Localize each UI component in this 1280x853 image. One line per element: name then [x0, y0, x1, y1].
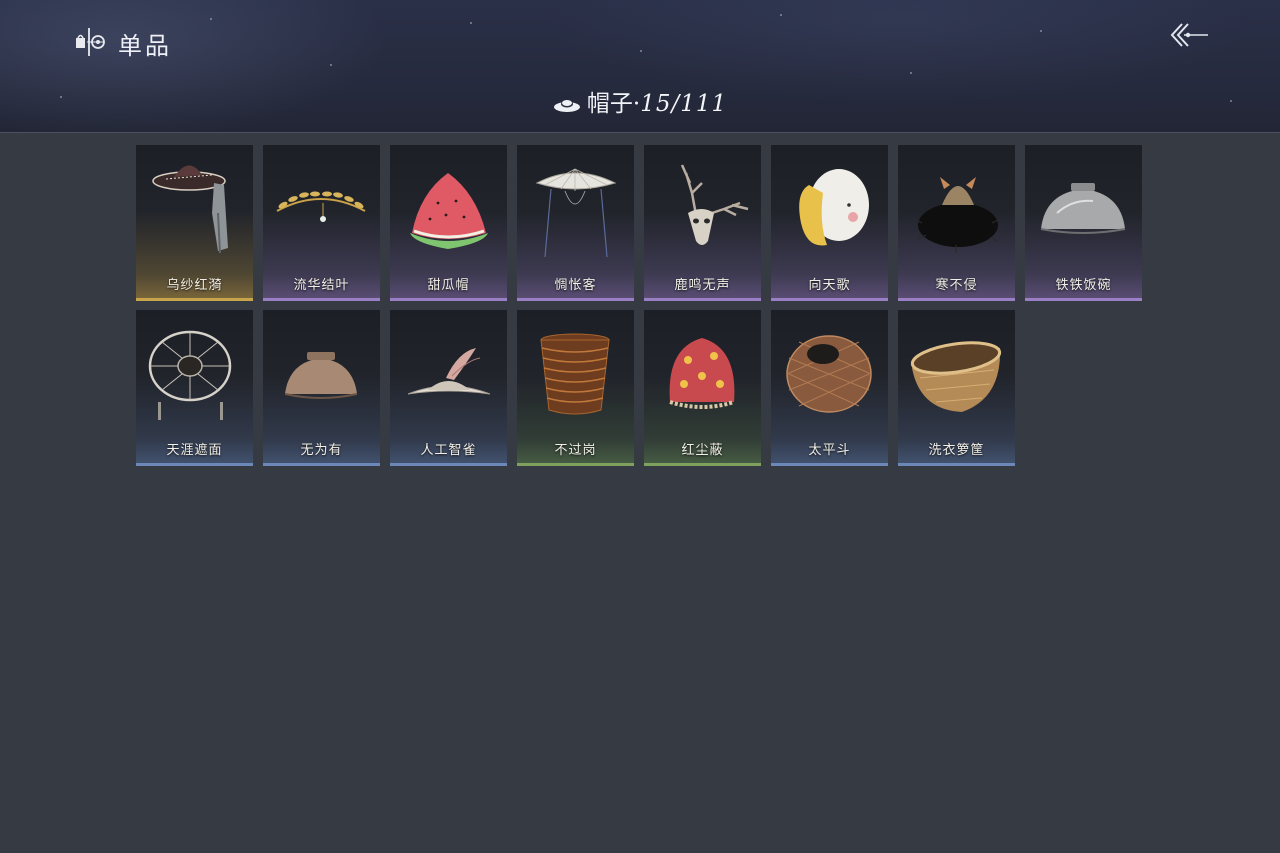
item-name: 惆怅客	[554, 278, 597, 293]
bird-hat-icon	[407, 348, 491, 395]
item-name: 洗衣箩筐	[928, 443, 985, 458]
item-name: 人工智雀	[420, 443, 477, 458]
item-name: 太平斗	[808, 443, 851, 458]
item-card[interactable]: 向天歌	[771, 145, 888, 301]
watermelon-hat-icon	[410, 173, 488, 249]
item-card[interactable]: 人工智雀	[390, 310, 507, 466]
back-arrow-icon[interactable]	[1166, 18, 1212, 54]
item-card[interactable]: 不过岗	[517, 310, 634, 466]
item-card[interactable]: 无为有	[263, 310, 380, 466]
clay-bowl-icon	[284, 352, 358, 399]
red-cloth-hat-icon	[669, 338, 735, 409]
iron-bowl-icon	[1040, 183, 1126, 234]
wicker-basket-icon	[786, 335, 872, 413]
category-label: 帽子	[586, 91, 633, 117]
category-count: 15/111	[640, 91, 728, 117]
goose-hood-icon	[799, 169, 869, 246]
item-name: 铁铁饭碗	[1055, 278, 1112, 293]
wheel-hat-icon	[148, 330, 232, 420]
item-card[interactable]: 乌纱红漪	[136, 145, 253, 301]
section-title: 单品	[118, 32, 172, 60]
category-heading: 帽子·15/111	[0, 84, 1280, 118]
item-name: 向天歌	[808, 278, 851, 293]
item-card[interactable]: 惆怅客	[517, 145, 634, 301]
item-grid: 乌纱红漪 流华结叶 甜瓜帽 惆怅客 鹿鸣无声 向天歌 寒不侵 铁铁饭碗 天涯遮面…	[136, 145, 1142, 466]
laundry-basket-icon	[910, 341, 1002, 412]
item-name: 乌纱红漪	[166, 278, 223, 293]
item-card[interactable]: 甜瓜帽	[390, 145, 507, 301]
top-header: 单品 帽子·15/111	[0, 0, 1280, 133]
item-name: 红尘蔽	[681, 443, 724, 458]
deer-skull-icon	[680, 164, 749, 245]
item-name: 不过岗	[554, 443, 597, 458]
bamboo-hat-icon	[535, 168, 617, 258]
collection-icon	[76, 28, 105, 56]
item-card[interactable]: 天涯遮面	[136, 310, 253, 466]
item-name: 鹿鸣无声	[674, 278, 731, 293]
item-name: 天涯遮面	[166, 443, 223, 458]
laurel-crown-icon	[276, 191, 366, 222]
item-card[interactable]: 铁铁饭碗	[1025, 145, 1142, 301]
item-card[interactable]: 太平斗	[771, 310, 888, 466]
item-name: 寒不侵	[935, 278, 978, 293]
item-name: 无为有	[300, 443, 343, 458]
fur-hat-icon	[913, 177, 1001, 253]
item-card[interactable]: 洗衣箩筐	[898, 310, 1015, 466]
stacked-bowls-icon	[540, 333, 610, 415]
hat-icon	[553, 100, 580, 112]
item-name: 流华结叶	[293, 278, 350, 293]
item-card[interactable]: 鹿鸣无声	[644, 145, 761, 301]
item-card[interactable]: 寒不侵	[898, 145, 1015, 301]
veiled-hat-icon	[152, 165, 228, 254]
item-name: 甜瓜帽	[427, 278, 470, 293]
item-card[interactable]: 红尘蔽	[644, 310, 761, 466]
item-card[interactable]: 流华结叶	[263, 145, 380, 301]
